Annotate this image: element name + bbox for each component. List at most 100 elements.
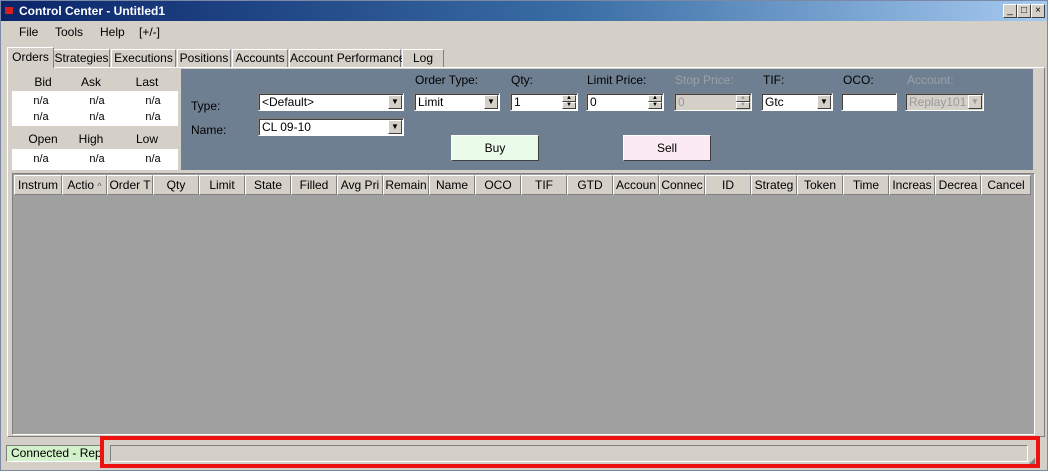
limit-price-stepper[interactable]: 0 ▲ ▼: [586, 93, 664, 111]
buy-button[interactable]: Buy: [451, 135, 539, 161]
maximize-button[interactable]: □: [1017, 4, 1031, 18]
menu-tools[interactable]: Tools: [55, 25, 83, 39]
bid-size: n/a: [33, 111, 49, 123]
type-select[interactable]: <Default> ▼: [258, 93, 404, 111]
low-label: Low: [135, 132, 158, 146]
qty-stepper[interactable]: 1 ▲ ▼: [510, 93, 578, 111]
col-state[interactable]: State: [245, 175, 291, 195]
tab-strategies[interactable]: Strategies: [53, 49, 110, 67]
col-cancel[interactable]: Cancel: [981, 175, 1031, 195]
order-type-label: Order Type:: [415, 73, 479, 87]
qty-value: 1: [514, 95, 521, 109]
title-bar[interactable]: Control Center - Untitled1 _ □ ×: [1, 1, 1047, 21]
col-filled[interactable]: Filled: [291, 175, 337, 195]
col-instrument[interactable]: Instrum: [14, 175, 62, 195]
bid-label: Bid: [34, 75, 52, 89]
ask-size: n/a: [89, 111, 105, 123]
spin-down-icon: ▼: [736, 102, 750, 109]
minimize-button[interactable]: _: [1003, 4, 1017, 18]
ask-label: Ask: [80, 75, 101, 89]
col-limit[interactable]: Limit: [199, 175, 245, 195]
qty-label: Qty:: [511, 73, 534, 87]
control-center-window: Control Center - Untitled1 _ □ × File To…: [0, 0, 1048, 471]
order-type-value: Limit: [418, 95, 444, 109]
menu-bar: File Tools Help [+/-]: [1, 21, 1047, 43]
col-avg-price[interactable]: Avg Pri: [337, 175, 383, 195]
col-order-type[interactable]: Order T: [107, 175, 153, 195]
col-tif[interactable]: TIF: [521, 175, 567, 195]
col-time[interactable]: Time: [843, 175, 889, 195]
tif-label: TIF:: [763, 73, 785, 87]
stop-price-label: Stop Price:: [675, 73, 734, 87]
limit-price-value: 0: [590, 95, 597, 109]
last-size: n/a: [145, 111, 161, 123]
col-action[interactable]: Actio ^: [62, 175, 107, 195]
tab-executions[interactable]: Executions: [111, 49, 176, 67]
col-name[interactable]: Name: [429, 175, 475, 195]
menu-file[interactable]: File: [19, 25, 38, 39]
limit-price-label: Limit Price:: [587, 73, 647, 87]
open-label: Open: [28, 132, 58, 146]
low-value: n/a: [145, 153, 161, 165]
spin-up-icon[interactable]: ▲: [648, 95, 662, 102]
window-title: Control Center - Untitled1: [19, 4, 165, 18]
orders-grid[interactable]: Instrum Actio ^ Order T Qty Limit State …: [12, 173, 1035, 435]
name-label: Name:: [191, 123, 227, 137]
chevron-down-icon[interactable]: ▼: [484, 95, 498, 109]
tab-orders[interactable]: Orders: [7, 47, 54, 68]
col-connection[interactable]: Connec: [659, 175, 705, 195]
highlight-box: [100, 436, 1040, 468]
sell-button[interactable]: Sell: [623, 135, 711, 161]
instrument-select[interactable]: CL 09-10 ▼: [258, 118, 404, 136]
close-button[interactable]: ×: [1031, 4, 1045, 18]
spin-down-icon[interactable]: ▼: [562, 102, 576, 109]
bid-value: n/a: [33, 95, 49, 107]
tif-value: Gtc: [765, 95, 784, 109]
col-action-label: Actio: [67, 178, 95, 192]
tab-accounts[interactable]: Accounts: [232, 49, 288, 67]
col-remaining[interactable]: Remain: [383, 175, 429, 195]
order-type-select[interactable]: Limit ▼: [414, 93, 500, 111]
app-icon: [5, 7, 13, 14]
high-value: n/a: [89, 153, 105, 165]
chevron-down-icon[interactable]: ▼: [388, 95, 402, 109]
col-token[interactable]: Token: [797, 175, 843, 195]
spin-down-icon[interactable]: ▼: [648, 102, 662, 109]
account-value: Replay101: [909, 95, 967, 109]
col-decrease[interactable]: Decrea: [935, 175, 981, 195]
menu-toggle-panel[interactable]: [+/-]: [139, 25, 160, 39]
tab-positions[interactable]: Positions: [177, 49, 231, 67]
connection-status: Connected - Replay: [6, 445, 101, 462]
type-label: Type:: [191, 99, 221, 113]
instrument-select-value: CL 09-10: [262, 120, 311, 134]
stop-price-stepper: 0 ▲ ▼: [674, 93, 752, 111]
last-value: n/a: [145, 95, 161, 107]
chevron-down-icon[interactable]: ▼: [388, 120, 402, 134]
type-select-value: <Default>: [262, 95, 315, 109]
chevron-down-icon[interactable]: ▼: [817, 95, 831, 109]
tif-select[interactable]: Gtc ▼: [761, 93, 833, 111]
spin-up-icon[interactable]: ▲: [562, 95, 576, 102]
open-value: n/a: [33, 153, 49, 165]
ask-value: n/a: [89, 95, 105, 107]
oco-input[interactable]: [841, 93, 897, 111]
quote-panel: Bid Ask Last n/a n/a n/a n/a n/a n/a Ope…: [12, 69, 178, 170]
col-oco[interactable]: OCO: [475, 175, 521, 195]
tab-log[interactable]: Log: [402, 49, 444, 67]
account-label: Account:: [907, 73, 954, 87]
col-gtd[interactable]: GTD: [567, 175, 613, 195]
last-label: Last: [135, 75, 159, 89]
col-increase[interactable]: Increas: [889, 175, 935, 195]
col-strategy[interactable]: Strateg: [751, 175, 797, 195]
oco-label: OCO:: [843, 73, 874, 87]
high-label: High: [78, 132, 104, 146]
sort-asc-icon: ^: [97, 181, 102, 191]
tab-account-performance[interactable]: Account Performance: [289, 49, 405, 67]
menu-help[interactable]: Help: [100, 25, 125, 39]
col-qty[interactable]: Qty: [153, 175, 199, 195]
stop-price-value: 0: [678, 95, 685, 109]
spin-up-icon: ▲: [736, 95, 750, 102]
col-account[interactable]: Accoun: [613, 175, 659, 195]
chevron-down-icon: ▼: [968, 95, 982, 109]
col-id[interactable]: ID: [705, 175, 751, 195]
